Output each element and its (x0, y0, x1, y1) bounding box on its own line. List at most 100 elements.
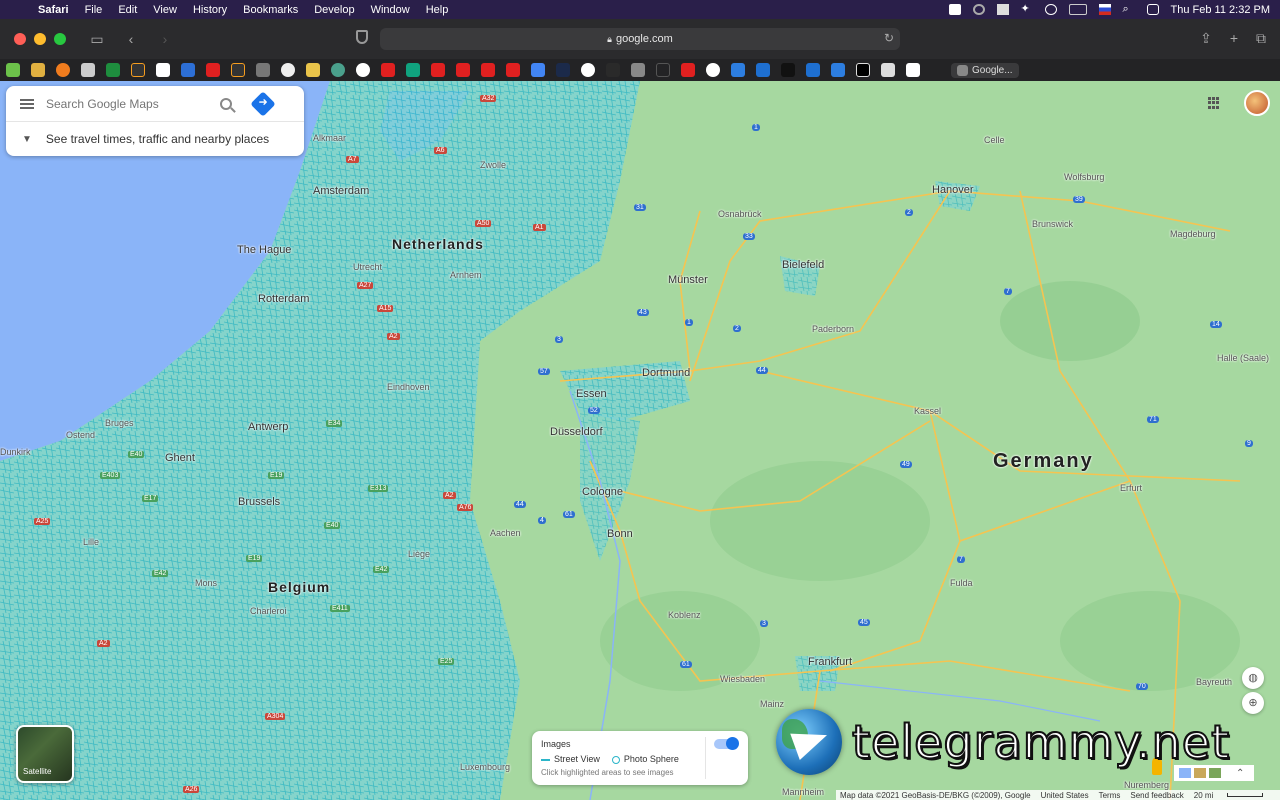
butterfly-icon[interactable]: ✦ (1021, 4, 1033, 15)
country-label-netherlands[interactable]: Netherlands (392, 236, 484, 252)
youtube-tab-icon[interactable] (681, 63, 695, 77)
search-input[interactable] (46, 96, 214, 111)
pinned-tab-icon[interactable] (331, 63, 345, 77)
city-label[interactable]: Nuremberg (1124, 780, 1169, 790)
youtube-tab-icon[interactable] (506, 63, 520, 77)
pinned-tab-icon[interactable] (181, 63, 195, 77)
pinned-tab-icon[interactable] (881, 63, 895, 77)
pinned-tab-icon[interactable] (6, 63, 20, 77)
close-window-button[interactable] (14, 33, 26, 45)
pinned-tab-icon[interactable] (81, 63, 95, 77)
menu-file[interactable]: File (85, 4, 103, 16)
privacy-shield-icon[interactable] (356, 30, 368, 44)
city-label[interactable]: Cologne (582, 486, 623, 498)
pinned-tab-icon[interactable] (281, 63, 295, 77)
minimize-window-button[interactable] (34, 33, 46, 45)
city-label[interactable]: Amsterdam (313, 185, 369, 197)
city-label[interactable]: Utrecht (353, 262, 382, 272)
terms-link[interactable]: Terms (1099, 791, 1121, 800)
city-label[interactable]: Celle (984, 135, 1005, 145)
google-apps-icon[interactable] (1208, 97, 1220, 109)
address-bar[interactable]: 🔒︎ google.com ↻ (380, 28, 900, 50)
city-label[interactable]: Rotterdam (258, 293, 309, 305)
city-label[interactable]: Aachen (490, 528, 521, 538)
menu-develop[interactable]: Develop (314, 4, 354, 16)
pinned-tab-icon[interactable] (731, 63, 745, 77)
city-label[interactable]: Hanover (932, 184, 974, 196)
city-label[interactable]: Bruges (105, 418, 134, 428)
menu-window[interactable]: Window (371, 4, 410, 16)
city-label[interactable]: Luxembourg (460, 762, 510, 772)
github-tab-icon[interactable] (356, 63, 370, 77)
city-label[interactable]: Alkmaar (313, 133, 346, 143)
chevron-up-icon[interactable]: ⌃ (1236, 768, 1248, 779)
control-center-icon[interactable] (1146, 4, 1159, 15)
menu-history[interactable]: History (193, 4, 227, 16)
images-toggle-switch[interactable] (714, 737, 739, 750)
city-label[interactable]: Mons (195, 578, 217, 588)
chevron-down-icon[interactable]: ▼ (22, 134, 32, 145)
city-label[interactable]: Dortmund (642, 367, 690, 379)
pinned-tab-icon[interactable] (831, 63, 845, 77)
pinned-tab-icon[interactable] (106, 63, 120, 77)
forward-icon[interactable]: › (156, 31, 174, 47)
pinned-tab-icon[interactable] (156, 63, 170, 77)
battery-icon[interactable] (1068, 4, 1087, 15)
city-label[interactable]: Koblenz (668, 610, 701, 620)
pinned-tab-icon[interactable] (256, 63, 270, 77)
city-label[interactable]: Mainz (760, 699, 784, 709)
pinned-tab-icon[interactable] (556, 63, 570, 77)
grid-status-icon[interactable] (996, 4, 1009, 15)
city-label[interactable]: Zwolle (480, 160, 506, 170)
city-label[interactable]: Düsseldorf (550, 426, 603, 438)
city-label[interactable]: Dunkirk (0, 447, 31, 457)
city-label[interactable]: Bonn (607, 528, 633, 540)
city-label[interactable]: Bayreuth (1196, 677, 1232, 687)
menu-bookmarks[interactable]: Bookmarks (243, 4, 298, 16)
active-tab[interactable]: Google... (951, 62, 1019, 78)
city-label[interactable]: Eindhoven (387, 382, 430, 392)
pinned-tab-icon[interactable] (856, 63, 870, 77)
city-label[interactable]: Mannheim (782, 787, 824, 797)
my-location-icon[interactable]: ⊕ (1242, 692, 1264, 714)
play-icon[interactable] (1044, 4, 1057, 15)
menu-view[interactable]: View (153, 4, 177, 16)
pinned-tab-icon[interactable] (406, 63, 420, 77)
city-label[interactable]: The Hague (237, 244, 291, 256)
city-label[interactable]: Essen (576, 388, 607, 400)
travel-times-row[interactable]: ▼ See travel times, traffic and nearby p… (6, 122, 304, 156)
country-label-germany[interactable]: Germany (993, 450, 1094, 473)
city-label[interactable]: Brussels (238, 496, 280, 508)
city-label[interactable]: Paderborn (812, 324, 854, 334)
satellite-layer-button[interactable]: Satellite (16, 725, 74, 783)
city-label[interactable]: Lille (83, 537, 99, 547)
youtube-tab-icon[interactable] (381, 63, 395, 77)
avatar[interactable] (1244, 90, 1270, 116)
map-canvas[interactable]: Netherlands Belgium Germany Amsterdam Th… (0, 81, 1280, 800)
scale-label[interactable]: 20 mi (1194, 791, 1214, 800)
city-label[interactable]: Magdeburg (1170, 229, 1216, 239)
pinned-tab-icon[interactable] (131, 63, 145, 77)
docs-tab-icon[interactable] (531, 63, 545, 77)
city-label[interactable]: Kassel (914, 406, 941, 416)
city-label[interactable]: Erfurt (1120, 483, 1142, 493)
send-feedback-link[interactable]: Send feedback (1130, 791, 1183, 800)
youtube-tab-icon[interactable] (481, 63, 495, 77)
directions-icon[interactable] (250, 90, 276, 117)
country-label-belgium[interactable]: Belgium (268, 579, 330, 595)
city-label[interactable]: Liège (408, 549, 430, 559)
city-label[interactable]: Brunswick (1032, 219, 1073, 229)
wikipedia-tab-icon[interactable] (906, 63, 920, 77)
pinned-tab-icon[interactable] (631, 63, 645, 77)
vpn-icon[interactable] (972, 4, 985, 15)
youtube-tab-icon[interactable] (431, 63, 445, 77)
menu-clock[interactable]: Thu Feb 11 2:32 PM (1171, 4, 1270, 16)
city-label[interactable]: Arnhem (450, 270, 482, 280)
city-label[interactable]: Charleroi (250, 606, 287, 616)
city-label[interactable]: Frankfurt (808, 656, 852, 668)
pinned-tab-icon[interactable] (656, 63, 670, 77)
city-label[interactable]: Münster (668, 274, 708, 286)
pinned-tab-icon[interactable] (56, 63, 70, 77)
input-source-flag-icon[interactable] (1098, 4, 1111, 15)
pinned-tab-icon[interactable] (806, 63, 820, 77)
